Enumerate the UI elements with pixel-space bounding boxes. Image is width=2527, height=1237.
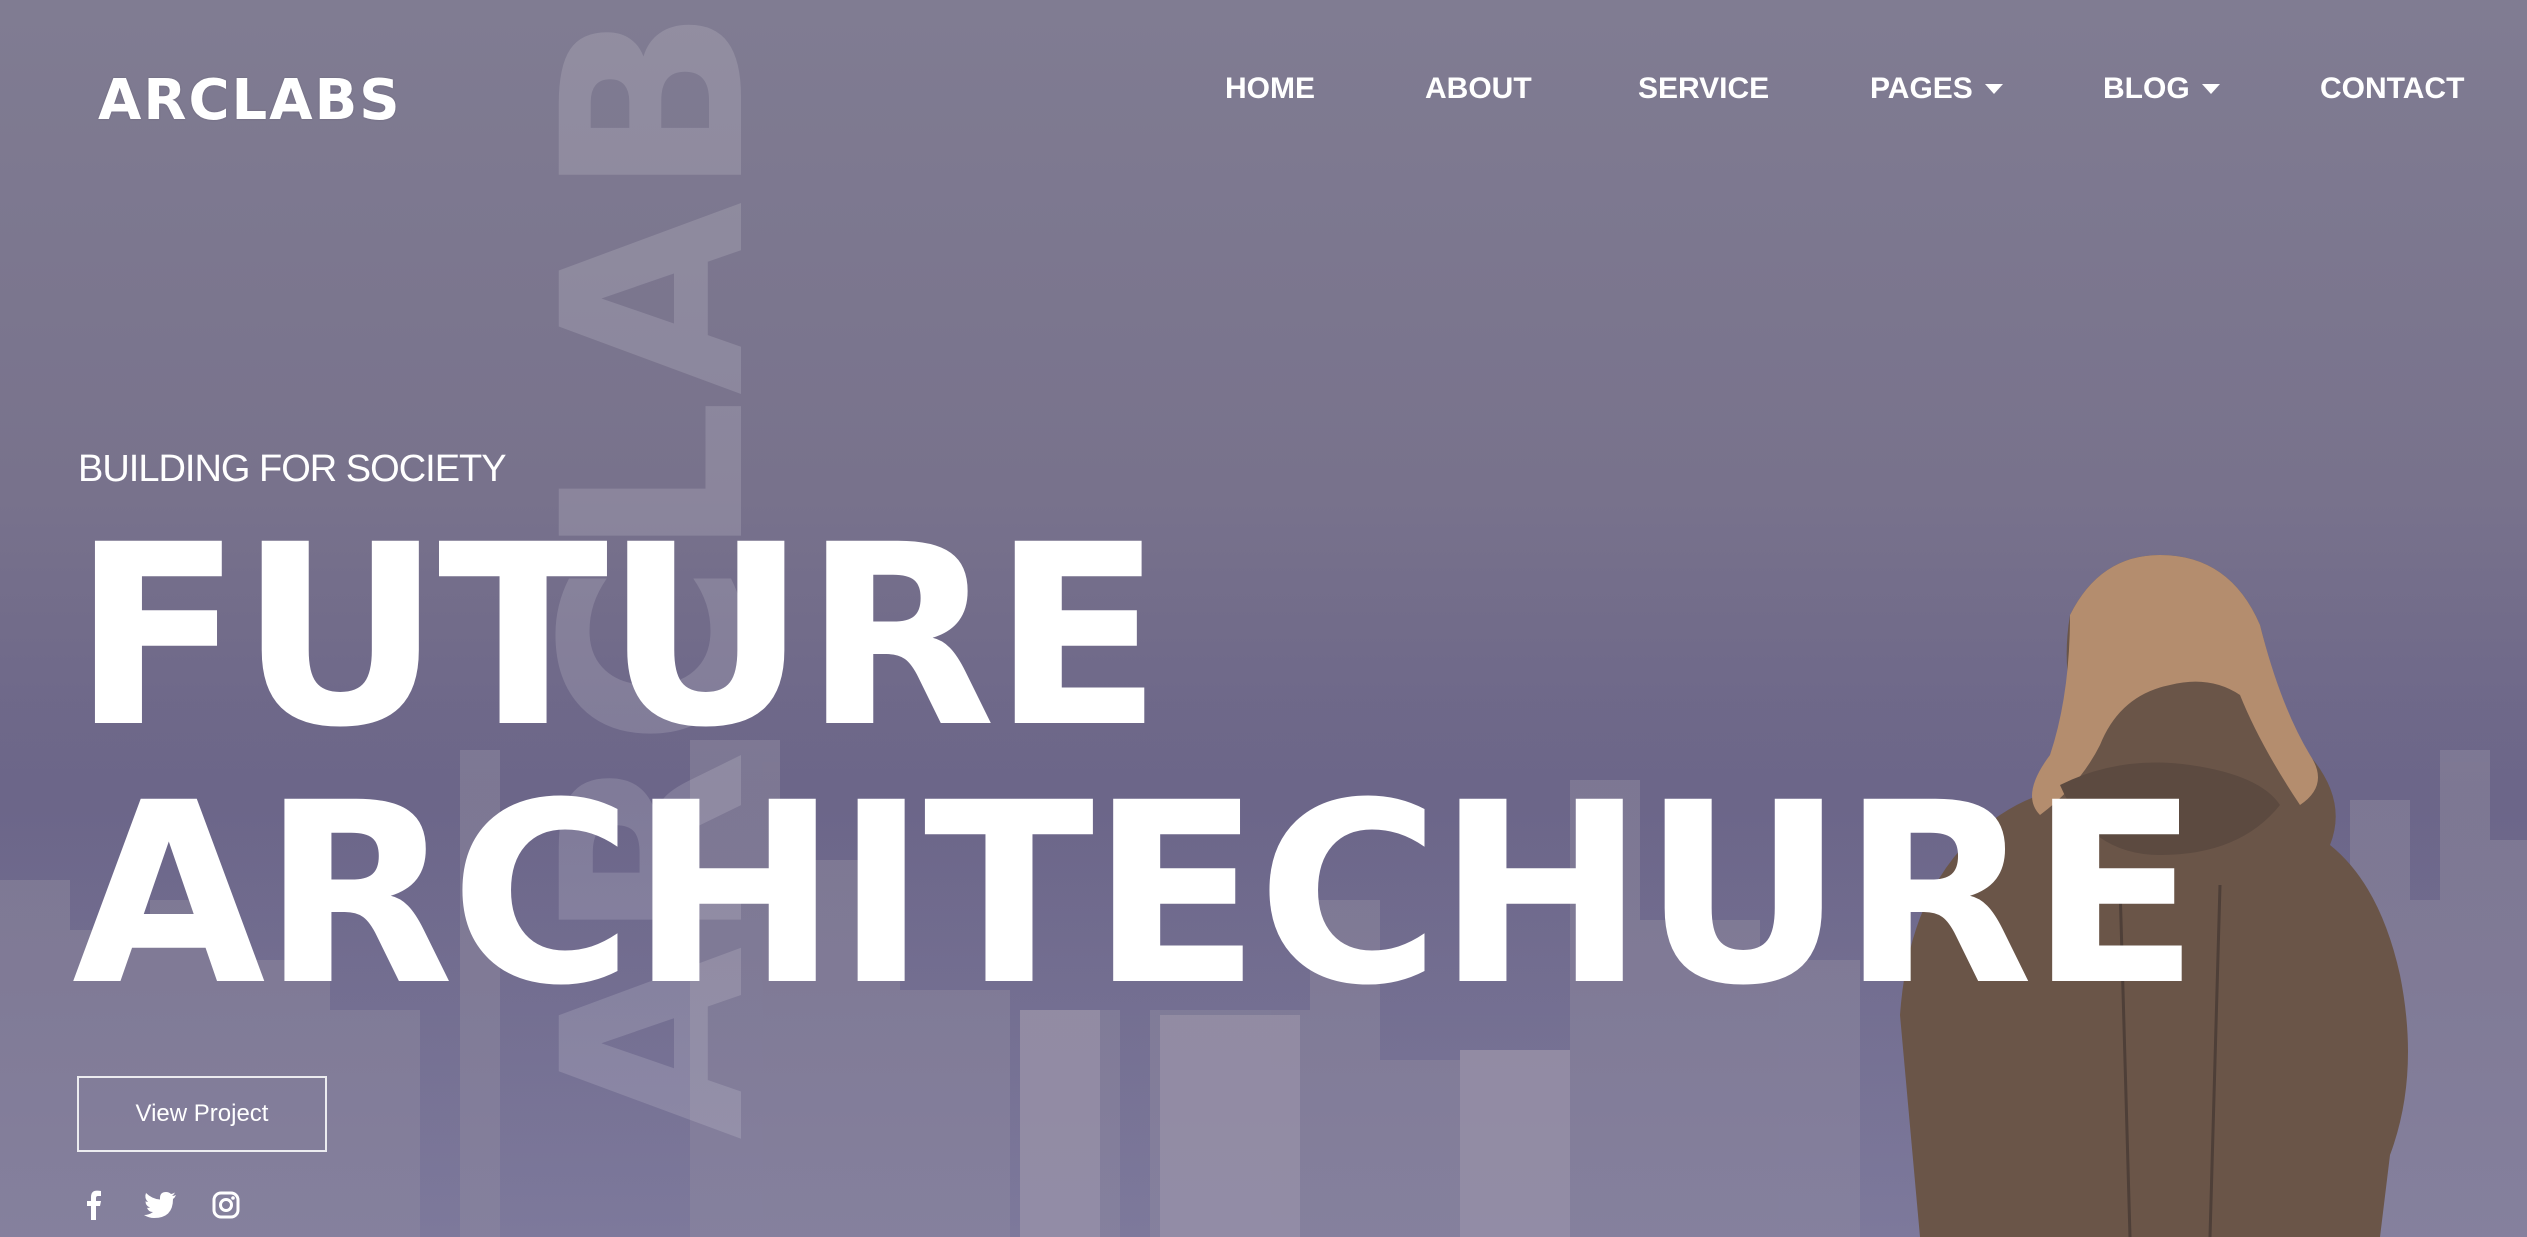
instagram-icon[interactable] [208, 1188, 244, 1222]
hero-headline: FUTURE ARCHITECHURE [72, 491, 2200, 1040]
view-project-button[interactable]: View Project [77, 1076, 327, 1152]
nav-home-label: HOME [1225, 72, 1315, 105]
nav-contact[interactable]: CONTACT [2320, 72, 2464, 106]
nav-pages-label: PAGES [1870, 72, 1973, 105]
nav-about[interactable]: ABOUT [1425, 72, 1532, 106]
nav-blog-label: BLOG [2103, 72, 2190, 105]
nav-pages[interactable]: PAGES [1870, 72, 2003, 106]
facebook-icon[interactable] [76, 1188, 112, 1222]
headline-line-2: ARCHITECHURE [72, 749, 2200, 1040]
nav-service[interactable]: SERVICE [1638, 72, 1769, 106]
nav-home[interactable]: HOME [1225, 72, 1315, 106]
nav-contact-label: CONTACT [2320, 72, 2465, 105]
nav-about-label: ABOUT [1425, 72, 1532, 105]
nav-service-label: SERVICE [1638, 72, 1770, 105]
nav-blog[interactable]: BLOG [2103, 72, 2220, 106]
chevron-down-icon [1984, 84, 2003, 94]
hero-tagline: BUILDING FOR SOCIETY [78, 448, 507, 490]
headline-line-1: FUTURE [72, 491, 1163, 782]
main-nav: HOME ABOUT SERVICE PAGES BLOG CONTACT [0, 72, 2527, 112]
social-links [76, 1188, 244, 1222]
twitter-icon[interactable] [142, 1188, 178, 1222]
chevron-down-icon [2201, 84, 2220, 94]
